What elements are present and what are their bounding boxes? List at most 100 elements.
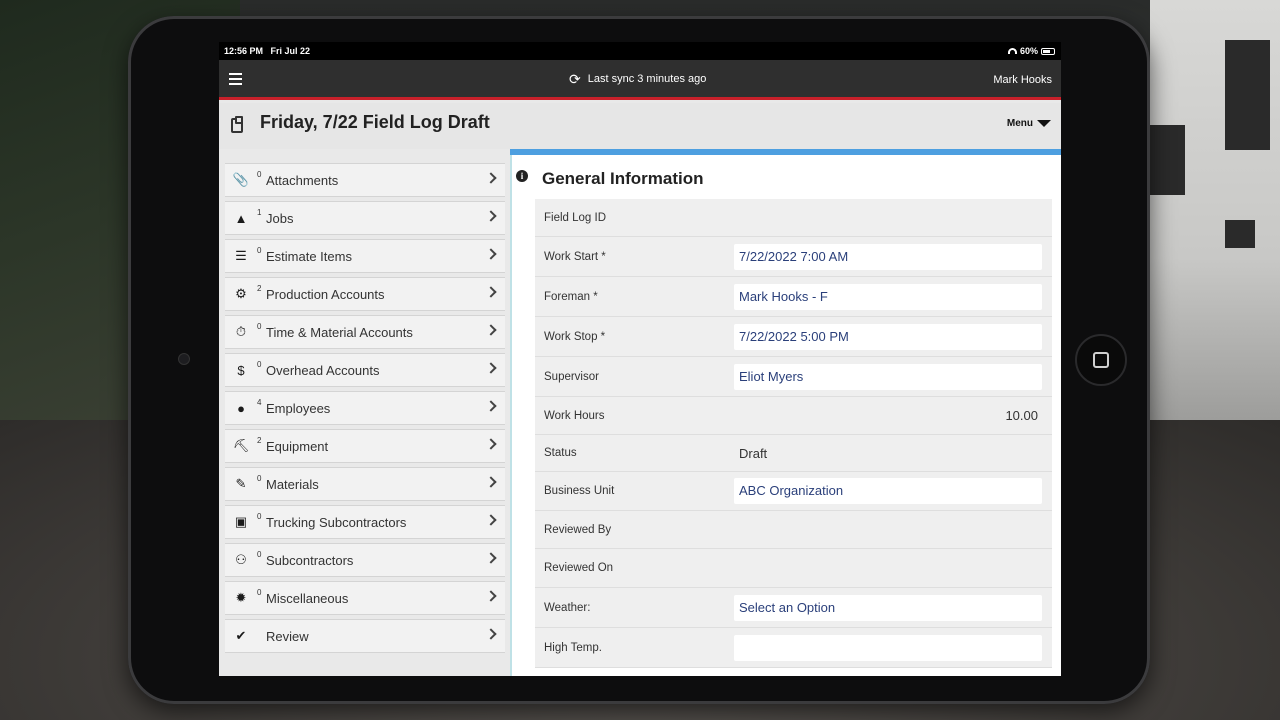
info-icon: i	[516, 170, 528, 182]
supervisor-select[interactable]: Eliot Myers	[734, 363, 1042, 390]
panel-accent-bar	[510, 149, 1061, 155]
chevron-right-icon	[485, 476, 497, 488]
item-count: 1	[257, 207, 262, 217]
sync-text: Last sync 3 minutes ago	[587, 73, 707, 85]
sidebar-item-materials[interactable]: ✎ 0 Materials	[225, 467, 505, 501]
sidebar-item-label: Equipment	[266, 438, 329, 454]
traffic-cone-icon: ▲	[234, 210, 248, 226]
field-label: Foreman *	[544, 290, 598, 303]
sidebar-item-label: Overhead Accounts	[266, 362, 380, 378]
sidebar-item-miscellaneous[interactable]: ✹ 0 Miscellaneous	[225, 581, 505, 615]
page-title: Friday, 7/22 Field Log Draft	[260, 112, 490, 132]
foreman-select[interactable]: Mark Hooks - F	[734, 283, 1042, 310]
sidebar-item-label: Subcontractors	[266, 552, 354, 568]
hamburger-menu-icon[interactable]	[229, 73, 242, 85]
sidebar-item-subcontractors[interactable]: ⚇ 0 Subcontractors	[225, 543, 505, 577]
sidebar-item-review[interactable]: ✔ Review	[225, 619, 505, 653]
field-row-weather: Weather: Select an Option	[535, 588, 1052, 628]
camera-icon	[178, 353, 190, 365]
title-bar: Friday, 7/22 Field Log Draft Menu	[219, 103, 1061, 149]
field-row-work-stop: Work Stop * 7/22/2022 5:00 PM	[535, 317, 1052, 357]
item-count: 0	[257, 511, 262, 521]
section-title: General Information	[542, 169, 704, 188]
user-name[interactable]: Mark Hooks	[993, 74, 1052, 86]
field-row-high-temp: High Temp.	[535, 628, 1052, 668]
caret-down-icon	[1037, 120, 1051, 127]
sidebar-item-estimate-items[interactable]: ☰ 0 Estimate Items	[225, 239, 505, 273]
sidebar-item-label: Trucking Subcontractors	[266, 514, 407, 530]
business-unit-select[interactable]: ABC Organization	[734, 478, 1042, 504]
sidebar-item-label: Jobs	[266, 210, 294, 226]
work-start-input[interactable]: 7/22/2022 7:00 AM	[734, 243, 1042, 270]
time-material-icon: ⏱	[235, 324, 247, 339]
sidebar-item-time-material-accounts[interactable]: ⏱ 0 Time & Material Accounts	[225, 315, 505, 349]
chevron-right-icon	[485, 362, 497, 374]
weather-select[interactable]: Select an Option	[734, 594, 1042, 621]
field-label: Business Unit	[544, 485, 615, 497]
sidebar-item-equipment[interactable]: ⛏ 2 Equipment	[225, 429, 505, 463]
field-row-supervisor: Supervisor Eliot Myers	[535, 357, 1052, 397]
chevron-right-icon	[485, 248, 497, 260]
sync-icon: ⟳	[569, 71, 581, 87]
item-count: 4	[257, 397, 262, 407]
field-label: Work Start *	[544, 250, 606, 263]
general-info-form: Field Log ID Work Start * 7/22/2022 7:00…	[535, 199, 1052, 668]
menu-button[interactable]: Menu	[1007, 118, 1051, 129]
field-row-foreman: Foreman * Mark Hooks - F	[535, 277, 1052, 317]
excavator-icon: ⛏	[232, 438, 250, 453]
home-square-icon	[1093, 352, 1109, 368]
sidebar-item-production-accounts[interactable]: ⚙ 2 Production Accounts	[225, 277, 505, 311]
status-time: 12:56 PM Fri Jul 22	[224, 46, 311, 56]
truck-icon: ▣	[234, 514, 248, 529]
sidebar-item-attachments[interactable]: 📎 0 Attachments	[225, 163, 505, 197]
battery-percent: 60%	[1019, 46, 1038, 56]
production-icon: ⚙	[235, 286, 247, 301]
chevron-right-icon	[485, 400, 497, 412]
chevron-right-icon	[485, 172, 497, 184]
overhead-icon: $	[237, 362, 245, 378]
sidebar-item-label: Review	[266, 628, 309, 644]
sidebar-item-trucking-subcontractors[interactable]: ▣ 0 Trucking Subcontractors	[225, 505, 505, 539]
burst-icon: ✹	[235, 590, 247, 605]
general-information-panel: i General Information Field Log ID Work …	[510, 149, 1061, 676]
panel-side-border	[510, 155, 512, 676]
high-temp-input[interactable]	[734, 634, 1042, 661]
work-hours-value: 10.00	[1005, 408, 1038, 423]
chevron-right-icon	[485, 210, 497, 222]
sidebar-item-label: Miscellaneous	[266, 590, 349, 606]
item-count: 2	[257, 283, 262, 293]
chevron-right-icon	[485, 324, 497, 336]
chevron-right-icon	[485, 628, 497, 640]
field-row-work-start: Work Start * 7/22/2022 7:00 AM	[535, 237, 1052, 277]
field-row-log-id: Field Log ID	[535, 199, 1052, 237]
field-row-status: Status Draft	[535, 435, 1052, 472]
item-count: 2	[257, 435, 262, 445]
checkmark-icon: ✔	[235, 628, 247, 643]
field-label: Weather:	[544, 601, 591, 614]
item-count: 0	[257, 549, 262, 559]
field-label: Reviewed By	[544, 523, 612, 536]
sidebar-item-label: Production Accounts	[266, 286, 385, 302]
sidebar-item-label: Employees	[266, 400, 331, 416]
sync-status[interactable]: ⟳ Last sync 3 minutes ago	[569, 71, 707, 87]
item-count: 0	[257, 473, 262, 483]
field-label: Field Log ID	[544, 211, 607, 224]
home-button[interactable]	[1075, 334, 1127, 386]
chevron-right-icon	[485, 438, 497, 450]
work-stop-input[interactable]: 7/22/2022 5:00 PM	[734, 323, 1042, 350]
field-label: Work Stop *	[544, 330, 606, 343]
sidebar-item-employees[interactable]: ● 4 Employees	[225, 391, 505, 425]
field-label: Status	[544, 447, 577, 459]
field-label: High Temp.	[544, 641, 602, 654]
paperclip-icon: 📎	[232, 172, 250, 187]
item-count: 0	[257, 245, 262, 255]
chevron-right-icon	[485, 514, 497, 526]
item-count: 0	[257, 321, 262, 331]
field-label: Supervisor	[544, 370, 599, 383]
clipboard-icon	[231, 116, 243, 133]
sidebar-item-label: Estimate Items	[266, 248, 352, 264]
sidebar-item-jobs[interactable]: ▲ 1 Jobs	[225, 201, 505, 235]
background-truck	[1150, 0, 1280, 430]
sidebar-item-overhead-accounts[interactable]: $0 Overhead Accounts	[225, 353, 505, 387]
field-label: Work Hours	[544, 409, 605, 422]
